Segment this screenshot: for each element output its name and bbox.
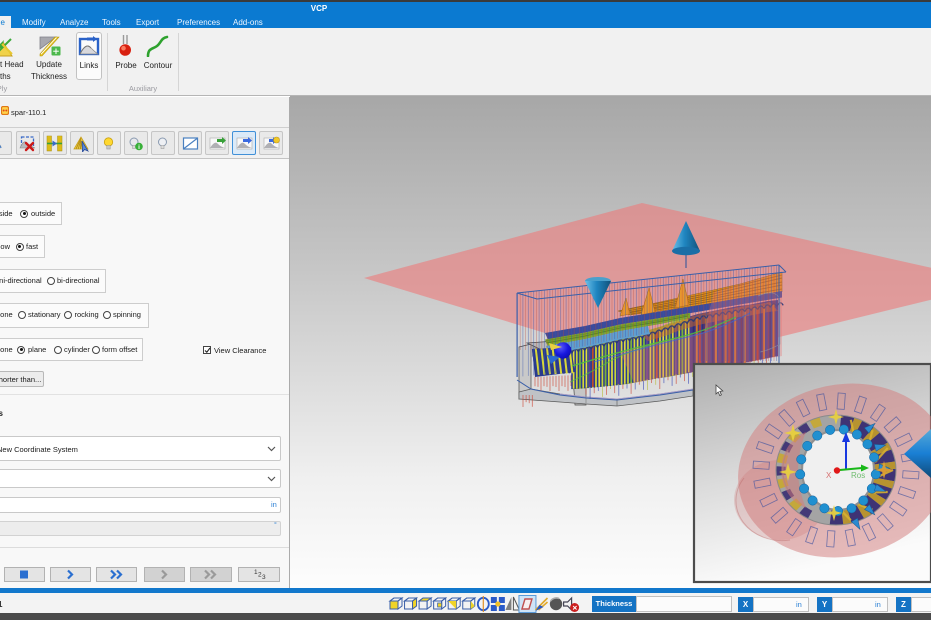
svg-text:Ros: Ros (851, 471, 865, 480)
svg-text:X: X (826, 471, 832, 480)
svg-text:3: 3 (262, 574, 266, 581)
svg-text:i: i (138, 144, 140, 151)
